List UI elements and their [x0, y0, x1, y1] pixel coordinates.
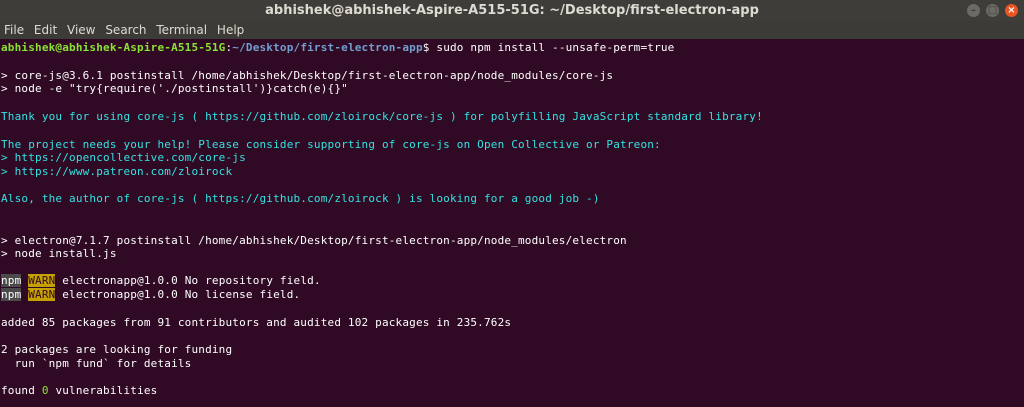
close-icon[interactable]: × [1005, 4, 1018, 17]
output-line-patreon: > https://www.patreon.com/zloirock [1, 165, 233, 178]
menu-file[interactable]: File [2, 21, 26, 39]
output-line-electron-node: > node install.js [1, 247, 117, 260]
prompt-line: abhishek@abhishek-Aspire-A515-51G:~/Desk… [1, 41, 674, 54]
output-line-funding-details: run `npm fund` for details [1, 357, 192, 370]
output-line-vulnerabilities: found 0 vulnerabilities [1, 384, 157, 397]
warn-message: electronapp@1.0.0 No repository field. [55, 274, 321, 287]
window-titlebar: abhishek@abhishek-Aspire-A515-51G: ~/Des… [0, 0, 1024, 21]
warn-badge: WARN [28, 274, 56, 287]
found-prefix: found [1, 384, 42, 397]
menu-help[interactable]: Help [215, 21, 246, 39]
prompt-path: ~/Desktop/first-electron-app [232, 41, 423, 54]
vulnerability-count: 0 [41, 384, 49, 397]
maximize-icon[interactable]: □ [986, 4, 999, 17]
terminal-output-area[interactable]: abhishek@abhishek-Aspire-A515-51G:~/Desk… [0, 39, 1024, 407]
menu-view[interactable]: View [65, 21, 97, 39]
output-line-added: added 85 packages from 91 contributors a… [1, 316, 512, 329]
output-line-thanks: Thank you for using core-js ( https://gi… [1, 110, 763, 123]
output-line-funding: 2 packages are looking for funding [1, 343, 233, 356]
warn-badge: WARN [28, 288, 56, 301]
npm-label: npm [1, 274, 22, 287]
output-line-warn-repository: npm WARN electronapp@1.0.0 No repository… [1, 274, 321, 287]
output-line-opencollective: > https://opencollective.com/core-js [1, 151, 246, 164]
output-line-corejs-postinstall: > core-js@3.6.1 postinstall /home/abhish… [1, 69, 614, 82]
warn-message: electronapp@1.0.0 No license field. [55, 288, 301, 301]
found-suffix: vulnerabilities [48, 384, 158, 397]
output-line-warn-license: npm WARN electronapp@1.0.0 No license fi… [1, 288, 300, 301]
output-line-corejs-node: > node -e "try{require('./postinstall')}… [1, 82, 348, 95]
output-line-needs-help: The project needs your help! Please cons… [1, 138, 661, 151]
npm-label: npm [1, 288, 22, 301]
menu-search[interactable]: Search [103, 21, 148, 39]
menu-edit[interactable]: Edit [32, 21, 59, 39]
prompt-user-host: abhishek@abhishek-Aspire-A515-51G [1, 41, 226, 54]
menu-terminal[interactable]: Terminal [154, 21, 209, 39]
output-line-electron-postinstall: > electron@7.1.7 postinstall /home/abhis… [1, 234, 627, 247]
output-line-author: Also, the author of core-js ( https://gi… [1, 192, 600, 205]
window-title: abhishek@abhishek-Aspire-A515-51G: ~/Des… [265, 3, 759, 18]
menubar: File Edit View Search Terminal Help [0, 21, 1024, 39]
prompt-command: $ sudo npm install --unsafe-perm=true [422, 41, 675, 54]
minimize-icon[interactable]: – [967, 4, 980, 17]
